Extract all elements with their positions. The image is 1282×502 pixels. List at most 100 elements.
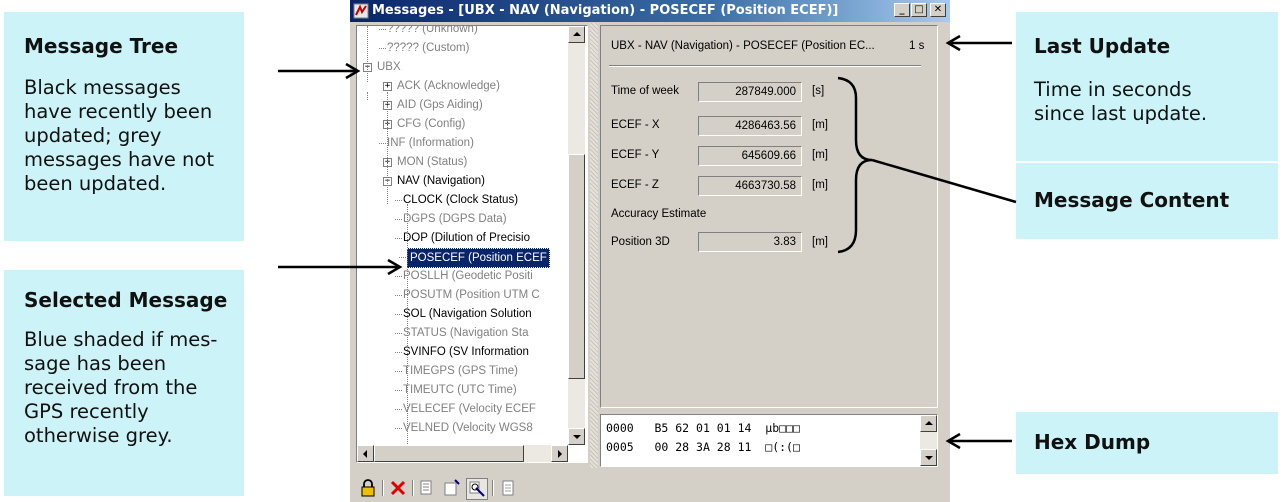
tree-item[interactable]: MON (Status) <box>397 153 467 171</box>
section-label: Accuracy Estimate <box>611 208 707 220</box>
tree-item[interactable]: DGPS (DGPS Data) <box>403 210 507 228</box>
scroll-track[interactable] <box>920 432 937 449</box>
properties-icon[interactable] <box>442 478 462 498</box>
field-unit: [m] <box>812 119 828 131</box>
hex-dump-pane[interactable]: 0000 B5 62 01 01 14 µb□□□ 0005 00 28 3A … <box>600 414 938 467</box>
messages-window: Messages - [UBX - NAV (Navigation) - POS… <box>350 0 950 502</box>
expand-icon[interactable]: + <box>383 82 392 91</box>
field-label: ECEF - X <box>611 119 660 131</box>
copy-icon[interactable] <box>418 478 438 498</box>
hex-row: 0005 00 28 3A 28 11 □(:(□ <box>606 440 800 454</box>
tree-item[interactable]: INF (Information) <box>387 134 474 152</box>
arrow-to-hex-dump <box>945 432 1012 450</box>
callout-title: Message Content <box>1034 188 1230 212</box>
tree-item-selected[interactable]: POSECEF (Position ECEF <box>407 248 550 268</box>
close-button[interactable]: ✕ <box>930 3 946 17</box>
lock-icon[interactable] <box>358 478 378 498</box>
maximize-button[interactable]: □ <box>911 3 927 17</box>
toolbar-separator <box>382 480 384 496</box>
scroll-left-button[interactable] <box>357 445 374 462</box>
minimize-button[interactable]: _ <box>894 3 910 17</box>
callout-title: Message Tree <box>24 34 179 58</box>
arrow-down-icon <box>925 456 933 460</box>
tree-connector <box>395 390 402 391</box>
tree-item[interactable]: SOL (Navigation Solution <box>403 305 532 323</box>
tree-connector <box>399 257 406 258</box>
message-tree[interactable]: ????? (Unknown)????? (Custom) UBX − ACK (Ac… <box>356 25 588 463</box>
last-update-age: 1 s <box>909 40 925 52</box>
tree-item[interactable]: ????? (Custom) <box>387 39 469 57</box>
tree-item[interactable]: ACK (Acknowledge) <box>397 77 500 95</box>
tree-item[interactable]: POSUTM (Position UTM C <box>403 286 540 304</box>
tree-connector <box>407 204 408 444</box>
hex-ascii: □(:(□ <box>765 440 800 454</box>
message-header: UBX - NAV (Navigation) - POSECEF (Positi… <box>611 40 875 52</box>
tree-item[interactable]: NAV (Navigation) <box>397 172 485 190</box>
bottom-toolbar <box>350 470 950 502</box>
tree-connector <box>395 200 402 201</box>
callout-selected-message: Selected Message Blue shaded if mes-sage… <box>4 270 244 496</box>
tree-connector <box>367 92 368 100</box>
tree-item[interactable]: ????? (Unknown) <box>387 26 478 38</box>
print-icon[interactable] <box>498 478 518 498</box>
tree-item[interactable]: DOP (Dilution of Precisio <box>403 229 530 247</box>
hex-offset: 0000 <box>606 421 634 435</box>
callout-text: Time in seconds since last update. <box>1034 78 1208 125</box>
toolbar-separator <box>412 480 414 496</box>
callout-last-update: Last Update Time in seconds since last up… <box>1016 12 1278 161</box>
tree-item[interactable]: TIMEUTC (UTC Time) <box>403 381 517 399</box>
tree-connector <box>395 428 402 429</box>
hex-row: 0000 B5 62 01 01 14 µb□□□ <box>606 421 800 435</box>
tree-connector <box>395 333 402 334</box>
tree-item[interactable]: CFG (Config) <box>397 115 465 133</box>
field-value: 4286463.56 <box>698 116 802 136</box>
toolbar-separator <box>492 480 494 496</box>
field-label: Time of week <box>611 85 679 97</box>
callout-message-tree: Message Tree Black messages have recently… <box>4 12 244 241</box>
tree-item[interactable]: AID (Gps Aiding) <box>397 96 483 114</box>
tree-item[interactable]: POSLLH (Geodetic Positi <box>403 267 533 285</box>
field-unit: [m] <box>812 149 828 161</box>
scroll-up-button[interactable] <box>920 415 937 432</box>
callout-text: Blue shaded if mes-sage has been received… <box>24 328 218 447</box>
scroll-up-button[interactable] <box>568 26 585 43</box>
field-value: 287849.000 <box>698 82 802 102</box>
field-unit: [m] <box>812 236 828 248</box>
filter-icon[interactable] <box>466 478 488 500</box>
tree-connector <box>379 48 386 49</box>
scroll-down-button[interactable] <box>920 449 937 466</box>
tree-vertical-scrollbar[interactable] <box>568 26 585 445</box>
tree-connector <box>395 352 402 353</box>
app-icon <box>353 3 369 19</box>
scroll-right-button[interactable] <box>551 445 568 462</box>
tree-item[interactable]: VELECEF (Velocity ECEF <box>403 400 536 418</box>
tree-connector <box>395 371 402 372</box>
tree-connector <box>379 29 386 30</box>
scroll-down-button[interactable] <box>568 428 585 445</box>
arrow-right-icon <box>558 450 562 458</box>
callout-title: Last Update <box>1034 34 1171 58</box>
title-bar[interactable]: Messages - [UBX - NAV (Navigation) - POS… <box>350 0 950 22</box>
tree-connector <box>395 276 402 277</box>
callout-title: Selected Message <box>24 288 228 312</box>
separator <box>609 65 921 67</box>
callout-message-content: Message Content <box>1016 163 1278 239</box>
scroll-thumb[interactable] <box>568 154 585 379</box>
tree-item[interactable]: UBX <box>377 58 401 76</box>
field-unit: [s] <box>812 85 825 97</box>
arrow-up-icon <box>925 421 933 425</box>
window-title: Messages - [UBX - NAV (Navigation) - POS… <box>372 3 839 18</box>
delete-icon[interactable] <box>388 478 408 498</box>
scroll-thumb[interactable] <box>374 445 524 462</box>
pane-splitter[interactable] <box>590 23 598 468</box>
tree-item[interactable]: SVINFO (SV Information <box>403 343 529 361</box>
callout-hex-dump: Hex Dump <box>1016 412 1278 474</box>
tree-item[interactable]: CLOCK (Clock Status) <box>403 191 518 209</box>
tree-horizontal-scrollbar[interactable] <box>357 445 568 462</box>
field-label: Position 3D <box>611 236 670 248</box>
tree-item[interactable]: VELNED (Velocity WGS8 <box>403 419 533 437</box>
tree-item[interactable]: STATUS (Navigation Sta <box>403 324 528 342</box>
tree-connector <box>379 143 386 144</box>
hex-bytes: 00 28 3A 28 11 <box>654 440 752 454</box>
tree-item[interactable]: TIMEGPS (GPS Time) <box>403 362 518 380</box>
